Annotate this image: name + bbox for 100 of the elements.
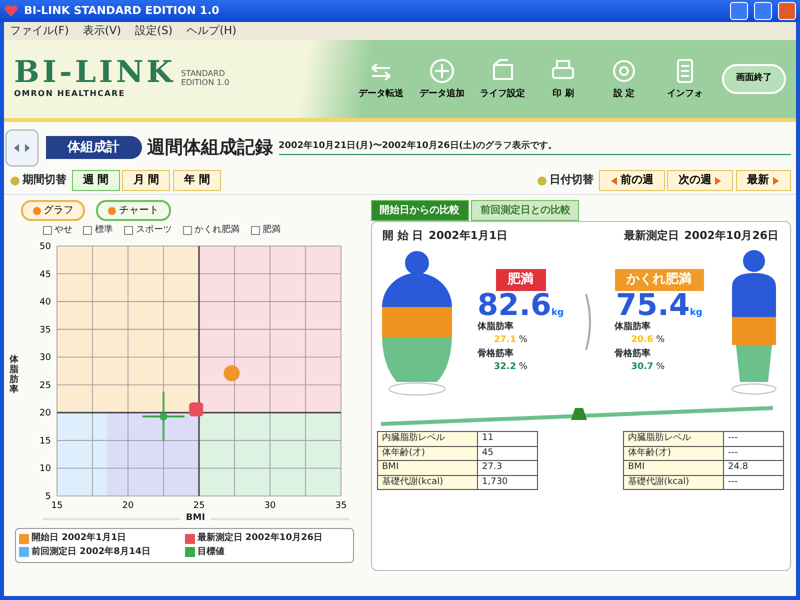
category-badge: かくれ肥満 (614, 269, 704, 290)
tick-label: 25 (40, 380, 52, 391)
data-point (160, 412, 168, 421)
tick-label: 45 (40, 270, 52, 280)
period-button[interactable]: 週 間 (72, 170, 120, 191)
percent-sign: % (518, 334, 528, 347)
filter-checkbox[interactable]: スポーツ (124, 224, 172, 238)
exit-button[interactable]: 画面終了 (722, 64, 786, 94)
dot-icon (108, 206, 116, 214)
percent-sign: % (656, 361, 665, 374)
date-nav-label: 日付切替 (549, 172, 594, 188)
tick-label: 35 (336, 501, 347, 511)
date-nav-button[interactable]: 前の週 (598, 170, 664, 191)
menu-item[interactable]: 表示(V) (82, 22, 122, 40)
fat-label: 体脂肪率 (477, 320, 514, 334)
table-cell: 11 (478, 432, 538, 446)
date-label: 最新測定日 (624, 228, 679, 244)
table-cell: BMI (378, 460, 478, 475)
navigation-icon[interactable] (4, 128, 40, 168)
toolbar-button[interactable]: 印 刷 (534, 56, 592, 102)
right-arrow-icon (772, 176, 780, 184)
table-cell: 27.3 (478, 460, 538, 475)
y-axis-title: 体脂肪率 (10, 356, 18, 396)
toolbar-button[interactable]: データ追加 (412, 56, 471, 102)
filter-checkbox[interactable]: 標準 (83, 224, 113, 238)
percent-sign: % (518, 361, 528, 374)
legend-label: 開始日 2002年1月1日 (32, 532, 126, 545)
muscle-label: 骨格筋率 (614, 348, 652, 360)
comparison-tab[interactable]: 開始日からの比較 (370, 200, 468, 221)
muscle-label: 骨格筋率 (477, 348, 514, 360)
category-badge: 肥満 (496, 269, 546, 290)
unit-label: kg (551, 307, 564, 320)
tick-label: 15 (52, 501, 63, 511)
toolbar-button[interactable]: インフォ (656, 56, 714, 102)
filter-checkbox[interactable]: やせ (42, 224, 72, 238)
edition-text: STANDARD (180, 70, 226, 79)
muscle-value: 32.2 (494, 361, 516, 374)
maker-text: OMRON HEALTHCARE (14, 88, 126, 100)
tick-label: 5 (46, 492, 52, 502)
section-tab[interactable]: 体組成計 (46, 136, 142, 160)
muscle-value: 30.7 (631, 361, 654, 374)
left-arrow-icon (610, 176, 618, 184)
table-cell: 内臓脂肪レベル (624, 432, 724, 446)
x-axis-title: BMI (186, 512, 206, 525)
tick-label: 20 (122, 501, 134, 511)
date-value: 2002年10月26日 (684, 228, 778, 244)
table-cell: 基礎代謝(kcal) (378, 475, 478, 490)
table-cell: --- (724, 432, 784, 446)
fat-label: 体脂肪率 (614, 320, 652, 334)
menu-item[interactable]: ファイル(F) (10, 22, 69, 40)
date-value: 2002年1月1日 (428, 228, 508, 244)
data-point (189, 402, 204, 416)
tick-label: 50 (40, 242, 52, 252)
filter-checkbox[interactable]: かくれ肥満 (182, 224, 240, 238)
menu-item[interactable]: ヘルプ(H) (186, 22, 236, 40)
table-cell: --- (724, 475, 784, 490)
toolbar-button[interactable]: 設 定 (595, 56, 653, 102)
table-cell: BMI (624, 460, 724, 475)
weight-value: 82.6 (477, 290, 552, 320)
minimize-button[interactable] (730, 2, 748, 20)
legend-label: 最新測定日 2002年10月26日 (197, 532, 322, 545)
table-cell: 体年齢(才) (624, 446, 724, 460)
window-title: BI-LINK STANDARD EDITION 1.0 (24, 2, 220, 19)
filter-checkbox[interactable]: 肥満 (250, 224, 280, 238)
period-note: 2002年10月21日(月)〜2002年10月26日(土)のグラフ表示です。 (278, 140, 790, 155)
tick-label: 20 (40, 408, 52, 419)
toolbar-button[interactable]: ライフ設定 (474, 56, 532, 102)
tick-label: 30 (40, 353, 52, 364)
date-nav-button[interactable]: 次の週 (667, 170, 733, 191)
period-button[interactable]: 年 間 (172, 170, 221, 191)
view-button[interactable]: グラフ (20, 200, 86, 221)
tick-label: 30 (264, 501, 276, 511)
view-button[interactable]: チャート (96, 200, 171, 221)
date-nav-button[interactable]: 最新 (736, 170, 790, 191)
tick-label: 35 (40, 325, 52, 336)
table-cell: 1,730 (478, 475, 538, 490)
comparison-tab[interactable]: 前回測定日との比較 (471, 200, 580, 221)
period-button[interactable]: 月 間 (122, 170, 170, 191)
fat-value: 27.1 (494, 334, 516, 347)
logo-text: BI-LINK (14, 58, 176, 88)
table-cell: 内臓脂肪レベル (378, 432, 478, 446)
percent-sign: % (656, 334, 665, 347)
edition-text: EDITION 1.0 (180, 79, 230, 88)
legend-label: 目標値 (197, 546, 224, 558)
menu-item[interactable]: 設定(S) (135, 22, 173, 40)
dot-icon (536, 176, 546, 186)
table-cell: 基礎代謝(kcal) (624, 475, 724, 490)
right-arrow-icon (714, 176, 722, 184)
tick-label: 10 (40, 464, 52, 474)
maximize-button[interactable] (754, 2, 772, 20)
close-button[interactable] (778, 2, 796, 20)
table-cell: 45 (478, 446, 538, 460)
tick-label: 15 (40, 436, 52, 446)
dot-icon (32, 206, 40, 214)
data-point (224, 365, 240, 382)
unit-label: kg (690, 307, 702, 320)
app-icon (4, 4, 18, 18)
page-title: 週間体組成記録 (147, 136, 273, 160)
toolbar-button[interactable]: データ転送 (352, 56, 410, 102)
date-label: 開 始 日 (382, 228, 424, 244)
